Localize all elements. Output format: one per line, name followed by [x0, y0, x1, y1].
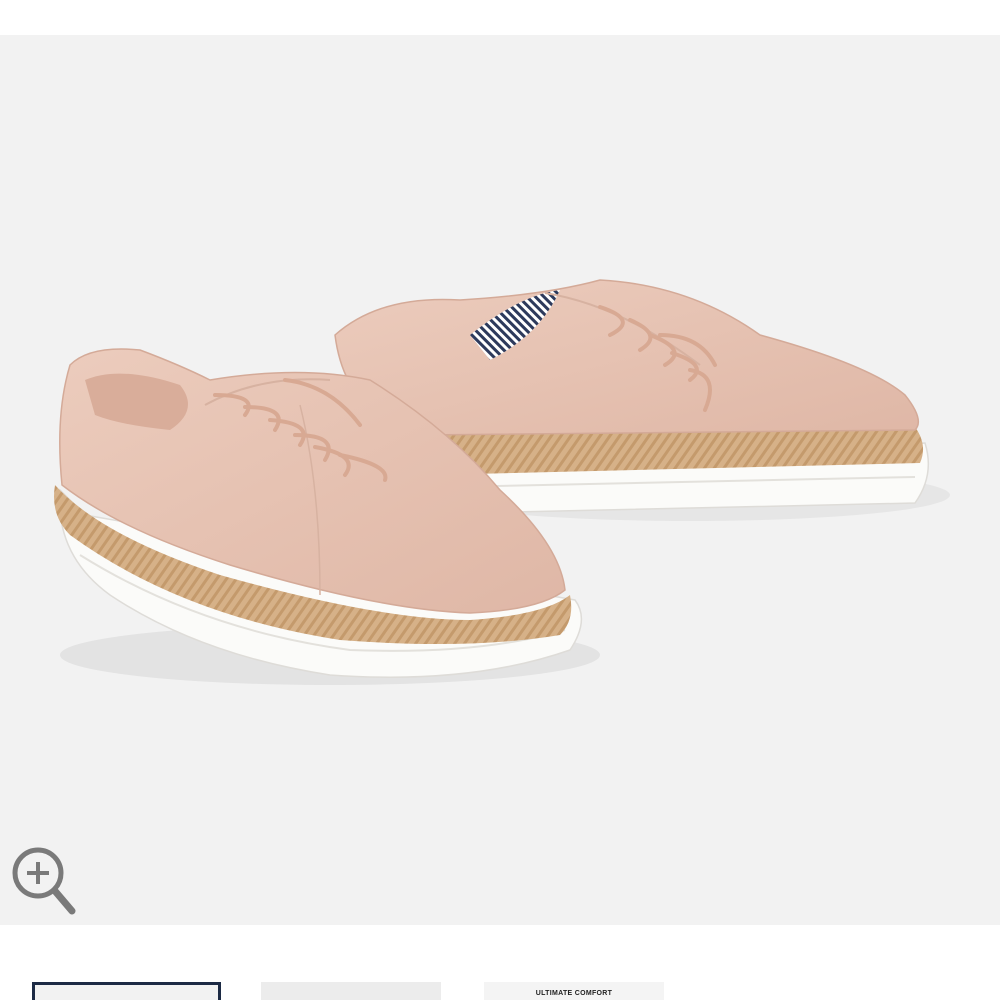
thumbnail-1[interactable] [32, 982, 221, 1000]
thumbnail-2[interactable] [261, 982, 441, 1000]
thumbnail-3[interactable]: ULTIMATE COMFORT [484, 982, 664, 1000]
product-gallery: ULTIMATE COMFORT [0, 0, 1000, 1000]
thumbnail-strip: ULTIMATE COMFORT [0, 925, 1000, 1000]
thumbnail-caption: ULTIMATE COMFORT [535, 990, 613, 997]
zoom-in-icon [12, 847, 76, 915]
main-product-image[interactable] [0, 35, 1000, 925]
zoom-button[interactable] [8, 843, 80, 919]
